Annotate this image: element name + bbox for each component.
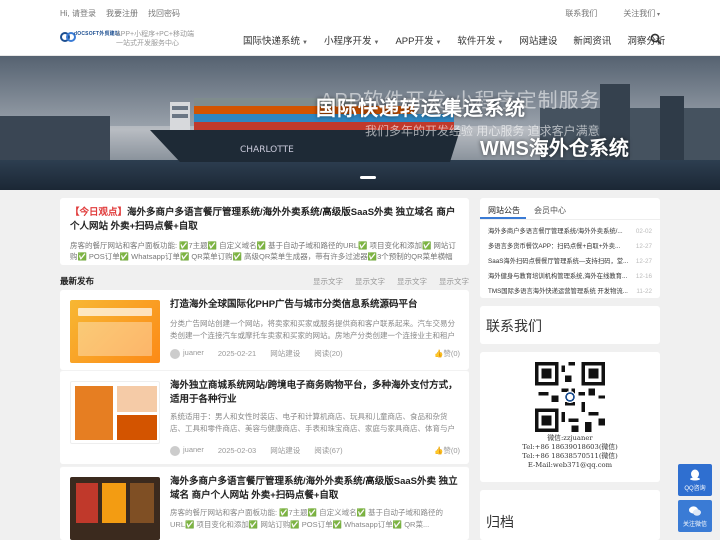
qr-code-image xyxy=(535,362,605,432)
list-item[interactable]: 多语言多货币餐饮APP：扫码点餐+自取+外卖... 12-27 xyxy=(488,239,652,254)
post-reads: 阅读(20) xyxy=(314,349,343,358)
contact-email: E-Mail:web371@qq.com xyxy=(527,461,613,469)
hero-banner[interactable]: CHARLOTTE APP软件开发 小程序定制服务 国际快递转运集运系统 我们多… xyxy=(0,56,720,190)
list-item[interactable]: SaaS海外扫码点餐餐厅管理系统—支持扫码，堂... 12-27 xyxy=(488,254,652,269)
login-link[interactable]: Hi, 请登录 xyxy=(60,8,96,19)
nav-item-express[interactable]: 国际快递系统 ▼ xyxy=(243,33,308,47)
chevron-down-icon: ▼ xyxy=(497,40,504,46)
banner-skyline xyxy=(0,116,110,162)
post-thumbnail[interactable] xyxy=(70,477,160,540)
nav-item-software[interactable]: 软件开发 ▼ xyxy=(457,33,503,47)
chevron-down-icon: ▼ xyxy=(373,40,380,46)
post-thumbnail[interactable] xyxy=(70,381,160,444)
contact-card: 微信:zzjuaner Tel:+86 18639018603(微信) Tel:… xyxy=(480,352,660,482)
post-card[interactable]: 打造海外全球国际化PHP广告与城市分类信息系统源码平台 分类广告网站创建一个网站… xyxy=(60,290,469,370)
forgot-password-link[interactable]: 找回密码 xyxy=(148,8,180,19)
post-title[interactable]: 海外多商户多语言餐厅管理系统/海外外卖系统/高级版SaaS外卖 独立域名 商户个… xyxy=(170,475,460,503)
nav-item-website[interactable]: 网站建设 xyxy=(519,33,557,47)
chevron-down-icon: ▼ xyxy=(435,40,442,46)
avatar xyxy=(170,445,180,456)
contact-tel-2: Tel:+86 18638570511(微信) xyxy=(522,452,618,460)
list-item[interactable]: 海外多商户多语言餐厅管理系统/海外外卖系统/... 02-02 xyxy=(488,224,652,239)
banner-indicator[interactable] xyxy=(360,176,376,179)
contact-info: 微信:zzjuaner Tel:+86 18639018603(微信) Tel:… xyxy=(480,434,660,470)
site-header: dOCSOFT外贸建站 APP+小程序+PC+移动端 一站式开发服务中心 国际快… xyxy=(0,24,720,56)
contact-wechat: 微信:zzjuaner xyxy=(547,434,593,442)
post-meta: juaner 2025-02-03 网站建设 阅读(67) 👍赞(0) xyxy=(170,445,460,456)
contact-heading: 联系我们 xyxy=(480,306,660,344)
latest-header: 最新发布 显示文字 显示文字 显示文字 显示文字 xyxy=(60,272,469,288)
thumbs-up-icon: 👍 xyxy=(433,446,444,455)
headline-title[interactable]: 【今日观点】海外多商户多语言餐厅管理系统/海外外卖系统/高级版SaaS外卖 独立… xyxy=(70,206,459,234)
tab-notices[interactable]: 网站公告 xyxy=(480,198,526,219)
post-card[interactable]: 海外独立商城系统网站/跨境电子商务购物平台，多种海外支付方式，适用于各种行业 系… xyxy=(60,370,469,464)
like-button[interactable]: 👍赞(0) xyxy=(434,445,460,456)
post-date: 2025-02-21 xyxy=(217,349,257,358)
logo-brand: dOCSOFT外贸建站 xyxy=(74,31,121,37)
post-desc: 分类广告网站创建一个网站，将卖家和买家或服务提供商和客户联系起来。汽车交易分类创… xyxy=(170,319,455,340)
like-button[interactable]: 👍赞(0) xyxy=(434,348,460,359)
latest-link[interactable]: 显示文字 xyxy=(313,276,343,287)
post-date: 2025-02-03 xyxy=(217,446,257,455)
post-author[interactable]: juaner xyxy=(170,348,204,359)
qq-icon xyxy=(690,469,700,481)
post-author[interactable]: juaner xyxy=(170,445,204,456)
post-meta: juaner 2025-02-21 网站建设 阅读(20) 👍赞(0) xyxy=(170,348,460,359)
list-item[interactable]: 海外健身与教育培训机构管理系统,海外在线教育... 12-16 xyxy=(488,269,652,284)
chevron-down-icon: ▾ xyxy=(655,12,660,18)
top-bar: Hi, 请登录 我要注册 找回密码 联系我们 关注我们 ▾ xyxy=(0,0,720,24)
svg-text:CHARLOTTE: CHARLOTTE xyxy=(240,145,294,155)
avatar xyxy=(170,348,180,359)
post-reads: 阅读(67) xyxy=(314,446,343,455)
contact-tel-1: Tel:+86 18639018603(微信) xyxy=(522,443,618,451)
post-desc: 系统适用于：男人和女性时装店、电子和计算机商店、玩具和儿童商店、食品和杂货店、工… xyxy=(170,412,455,433)
archive-heading: 归档 xyxy=(480,490,660,540)
latest-label: 最新发布 xyxy=(60,276,95,286)
thumbs-up-icon: 👍 xyxy=(433,349,444,358)
post-thumbnail[interactable] xyxy=(70,300,160,363)
wechat-icon xyxy=(689,506,701,516)
latest-link[interactable]: 显示文字 xyxy=(355,276,385,287)
follow-us-link[interactable]: 关注我们 ▾ xyxy=(623,8,660,19)
post-category[interactable]: 网站建设 xyxy=(270,445,300,456)
post-card[interactable]: 海外多商户多语言餐厅管理系统/海外外卖系统/高级版SaaS外卖 独立域名 商户个… xyxy=(60,466,469,540)
banner-text-4: WMS海外仓系统 xyxy=(480,138,629,160)
post-title[interactable]: 打造海外全球国际化PHP广告与城市分类信息系统源码平台 xyxy=(170,298,460,312)
tab-member-center[interactable]: 会员中心 xyxy=(526,198,572,219)
chevron-down-icon: ▼ xyxy=(302,40,308,46)
contact-link[interactable]: 联系我们 xyxy=(565,8,597,19)
post-category[interactable]: 网站建设 xyxy=(270,348,300,359)
nav-item-news[interactable]: 新闻资讯 xyxy=(573,33,611,47)
site-logo[interactable]: dOCSOFT外贸建站 APP+小程序+PC+移动端 一站式开发服务中心 xyxy=(60,28,200,50)
register-link[interactable]: 我要注册 xyxy=(106,8,138,19)
banner-text-2: 国际快递转运集运系统 xyxy=(316,98,526,120)
latest-link[interactable]: 显示文字 xyxy=(397,276,427,287)
list-item[interactable]: TMS国际多语言海外快递运营管理系统 开发物流... 11-22 xyxy=(488,284,652,299)
notice-list: 海外多商户多语言餐厅管理系统/海外外卖系统/... 02-02 多语言多货币餐饮A… xyxy=(480,220,660,303)
logo-tagline-2: 一站式开发服务中心 xyxy=(116,40,179,47)
post-desc: 房客的餐厅网站和客户面板功能: ✅7主题✅ 自定义域名✅ 基于自动子域和路径的U… xyxy=(170,508,444,529)
latest-link[interactable]: 显示文字 xyxy=(439,276,469,287)
nav-item-app[interactable]: APP开发 ▼ xyxy=(395,33,441,47)
search-icon[interactable] xyxy=(650,33,662,45)
nav-item-miniprogram[interactable]: 小程序开发 ▼ xyxy=(324,33,379,47)
headline-desc: 房客的餐厅网站和客户面板功能: ✅7主题✅ 自定义域名✅ 基于自动子域和路径的U… xyxy=(70,241,456,261)
post-title[interactable]: 海外独立商城系统网站/跨境电子商务购物平台，多种海外支付方式，适用于各种行业 xyxy=(170,379,460,407)
follow-wechat-button[interactable]: 关注微信 xyxy=(678,500,712,532)
banner-skyline xyxy=(660,96,684,162)
main-nav: 国际快递系统 ▼ 小程序开发 ▼ APP开发 ▼ 软件开发 ▼ 网站建设 新闻资讯 洞察… xyxy=(243,24,681,56)
today-headline[interactable]: 【今日观点】海外多商户多语言餐厅管理系统/海外外卖系统/高级版SaaS外卖 独立… xyxy=(60,198,469,265)
notice-panel: 网站公告 会员中心 海外多商户多语言餐厅管理系统/海外外卖系统/... 02-02… xyxy=(480,198,660,298)
qq-consult-button[interactable]: QQ咨询 xyxy=(678,464,712,496)
